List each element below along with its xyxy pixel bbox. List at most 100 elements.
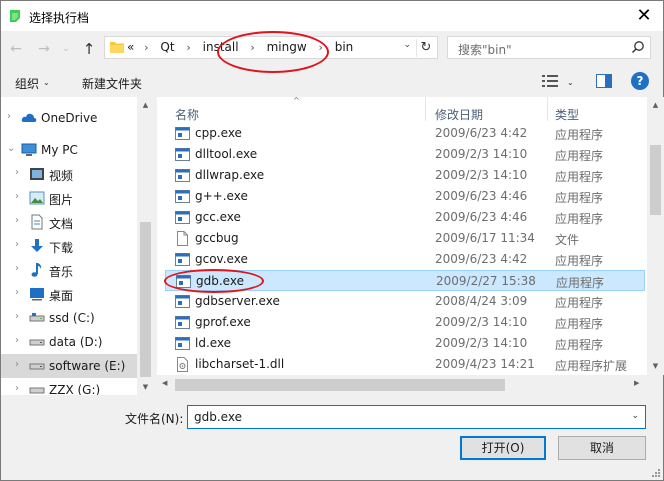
file-name: g++.exe	[195, 189, 248, 203]
scroll-up-icon[interactable]: ▲	[650, 101, 661, 109]
exe-icon	[175, 336, 190, 351]
download-icon	[31, 239, 43, 252]
sidebar-item-label: 图片	[49, 193, 74, 207]
sidebar-item-data-d[interactable]: › data (D:)	[1, 330, 137, 354]
preview-pane-icon[interactable]	[596, 74, 612, 88]
chevron-right-icon[interactable]: ›	[15, 359, 19, 370]
sidebar-item-documents[interactable]: › 文档	[1, 210, 137, 234]
sidebar-item-downloads[interactable]: › 下载	[1, 234, 137, 258]
sidebar-scroll-thumb[interactable]	[140, 222, 151, 377]
filename-dropdown-icon[interactable]: ⌄	[631, 411, 639, 421]
file-date: 2009/6/23 4:42	[435, 252, 528, 266]
address-dropdown[interactable]: ⌄	[403, 40, 411, 50]
file-date: 2009/6/23 4:42	[435, 126, 528, 140]
sidebar-item-label: ssd (C:)	[49, 311, 95, 325]
file-name: gprof.exe	[195, 315, 251, 329]
file-date: 2009/6/23 4:46	[435, 210, 528, 224]
file-row[interactable]: cpp.exe 2009/6/23 4:42 应用程序	[165, 123, 645, 144]
filename-input[interactable]: gdb.exe ⌄	[187, 405, 646, 429]
breadcrumb-separator[interactable]: ›	[144, 41, 148, 54]
help-button[interactable]: ?	[631, 72, 649, 90]
sidebar-item-software-e[interactable]: › software (E:)	[1, 354, 137, 378]
file-type: 应用程序	[555, 149, 604, 163]
chevron-right-icon[interactable]: ›	[15, 263, 19, 274]
refresh-button[interactable]: ↻	[416, 39, 435, 57]
sidebar-item-music[interactable]: › 音乐	[1, 258, 137, 282]
open-button[interactable]: 打开(O)	[460, 436, 546, 460]
column-header-type[interactable]: 类型	[549, 97, 645, 122]
breadcrumb-separator[interactable]: ›	[186, 41, 190, 54]
scroll-up-icon[interactable]: ▲	[140, 101, 151, 109]
filename-label: 文件名(N):	[125, 412, 184, 426]
sidebar-item-videos[interactable]: › 视频	[1, 162, 137, 186]
sidebar-item-ssd-c[interactable]: › ssd (C:)	[1, 306, 137, 330]
view-options-dropdown-icon[interactable]: ⌄	[567, 78, 574, 87]
organize-button[interactable]: 组织	[15, 75, 39, 92]
file-name: gcov.exe	[195, 252, 248, 266]
file-name: gccbug	[195, 231, 239, 245]
file-row[interactable]: g++.exe 2009/6/23 4:46 应用程序	[165, 186, 645, 207]
file-list-horizontal-scrollbar[interactable]: ◀ ▶	[157, 375, 647, 395]
chevron-right-icon[interactable]: ›	[15, 167, 19, 178]
file-row[interactable]: gcov.exe 2009/6/23 4:42 应用程序	[165, 249, 645, 270]
chevron-right-icon[interactable]: ›	[15, 215, 19, 226]
file-row[interactable]: ld.exe 2009/2/3 14:10 应用程序	[165, 333, 645, 354]
file-name: libcharset-1.dll	[195, 357, 285, 371]
chevron-right-icon[interactable]: ›	[15, 311, 19, 322]
sidebar-item-label: 音乐	[49, 265, 74, 279]
sidebar-item-pictures[interactable]: › 图片	[1, 186, 137, 210]
scroll-down-icon[interactable]: ▼	[650, 362, 661, 370]
new-folder-button[interactable]: 新建文件夹	[82, 75, 142, 92]
sidebar-item-desktop[interactable]: › 桌面	[1, 282, 137, 306]
navigation-pane: › OneDrive ⌄ My PC › 视频 › 图片 › 文档 › 下载 ›…	[1, 97, 154, 395]
close-button[interactable]: ✕	[631, 3, 657, 29]
horizontal-scroll-thumb[interactable]	[175, 379, 505, 391]
file-row[interactable]: gdbserver.exe 2008/4/24 3:09 应用程序	[165, 291, 645, 312]
scroll-left-icon[interactable]: ◀	[162, 379, 167, 387]
file-row[interactable]: dllwrap.exe 2009/2/3 14:10 应用程序	[165, 165, 645, 186]
breadcrumb-bin[interactable]: bin	[335, 40, 354, 54]
file-date: 2009/2/3 14:10	[435, 168, 528, 182]
file-row[interactable]: gcc.exe 2009/6/23 4:46 应用程序	[165, 207, 645, 228]
recent-locations-dropdown[interactable]: ⌄	[56, 39, 76, 59]
breadcrumb-overflow[interactable]: «	[127, 40, 134, 54]
chevron-right-icon[interactable]: ›	[15, 287, 19, 298]
sidebar-item-my-pc[interactable]: ⌄ My PC	[1, 138, 137, 162]
column-divider[interactable]	[547, 97, 548, 121]
chevron-right-icon[interactable]: ›	[15, 191, 19, 202]
chevron-down-icon[interactable]: ⌄	[7, 143, 15, 154]
file-list-scroll-thumb[interactable]	[650, 145, 661, 215]
resize-grip-icon[interactable]	[650, 467, 660, 477]
file-list-vertical-scrollbar[interactable]: ▲ ▼	[647, 97, 664, 375]
exe-icon	[175, 147, 190, 162]
file-row[interactable]: libcharset-1.dll 2009/4/23 14:21 应用程序扩展	[165, 354, 645, 375]
file-type: 应用程序	[555, 338, 604, 352]
up-folder-button[interactable]: ↑	[79, 39, 99, 59]
column-header-modified[interactable]: 修改日期	[427, 97, 547, 122]
column-divider[interactable]	[425, 97, 426, 121]
sidebar-item-onedrive[interactable]: › OneDrive	[1, 106, 137, 130]
chevron-right-icon[interactable]: ›	[7, 111, 11, 122]
chevron-right-icon[interactable]: ›	[15, 239, 19, 250]
sidebar-item-zzx-g[interactable]: › ZZX (G:)	[1, 378, 137, 395]
sidebar-scrollbar[interactable]: ▲ ▼	[137, 97, 154, 395]
organize-dropdown-icon[interactable]: ⌄	[43, 78, 50, 87]
chevron-right-icon[interactable]: ›	[15, 335, 19, 346]
scroll-right-icon[interactable]: ▶	[634, 379, 639, 387]
view-options-icon[interactable]	[542, 74, 558, 88]
file-row[interactable]: gprof.exe 2009/2/3 14:10 应用程序	[165, 312, 645, 333]
exe-icon	[175, 252, 190, 267]
file-row[interactable]: dlltool.exe 2009/2/3 14:10 应用程序	[165, 144, 645, 165]
back-button[interactable]: ←	[6, 39, 26, 59]
music-icon	[31, 263, 42, 277]
search-icon[interactable]	[631, 40, 645, 54]
search-input[interactable]: 搜索"bin"	[447, 36, 651, 59]
file-dialog-window: 选择执行档 ✕ ← → ⌄ ↑ « › Qt › install › mingw…	[0, 0, 664, 481]
cancel-button[interactable]: 取消	[558, 436, 646, 460]
forward-button[interactable]: →	[34, 39, 54, 59]
file-row[interactable]: gccbug 2009/6/17 11:34 文件	[165, 228, 645, 249]
scroll-down-icon[interactable]: ▼	[140, 383, 151, 391]
breadcrumb-qt[interactable]: Qt	[160, 40, 174, 54]
chevron-right-icon[interactable]: ›	[15, 383, 19, 394]
column-header-name[interactable]: 名称	[165, 97, 425, 122]
